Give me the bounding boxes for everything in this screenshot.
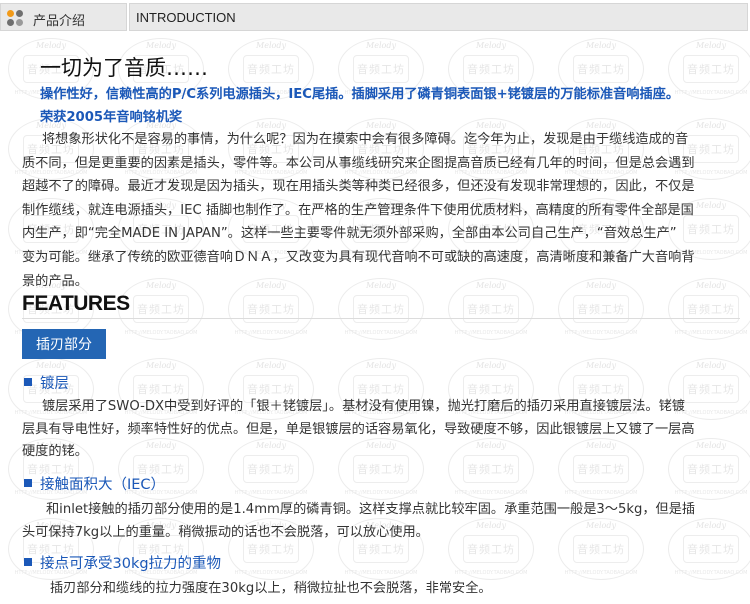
intro-line: 变为可能。继承了传统的欧亚德音响ＤＮＡ，又改变为具有现代音响不可或缺的高速度，高… <box>22 249 695 265</box>
section-paragraph-plating: 镀层采用了SWO-DX中受到好评的「银＋铑镀层」。基材没有使用镍，抛光打磨后的插… <box>22 396 740 464</box>
features-title: FEATURES <box>22 292 130 315</box>
intro-line: 质不同，但是更重要的因素是插头，零件等。本公司从事缆线研究来企图提高音质已经有几… <box>22 155 695 171</box>
square-bullet-icon <box>24 479 32 487</box>
square-bullet-icon <box>24 378 32 386</box>
features-divider <box>22 318 740 319</box>
intro-paragraph: 将想象形状化不是容易的事情，为什么呢？因为在摸索中会有很多障碍。迄今年为止，发现… <box>22 128 740 293</box>
section-paragraph-contact-area: 和inlet接触的插刃部分使用的是1.4mm厚的磷青铜。这样支撑点就比较牢固。承… <box>22 499 740 544</box>
paragraph-line: 头可保持7kg以上的重量。稍微振动的话也不会脱落，可以放心使用。 <box>22 524 429 540</box>
intro-line: 将想象形状化不是容易的事情，为什么呢？因为在摸索中会有很多障碍。迄今年为止，发现… <box>42 132 689 147</box>
paragraph-line: 镀层采用了SWO-DX中受到好评的「银＋铑镀层」。基材没有使用镍，抛光打磨后的插… <box>42 399 685 414</box>
section-header: 产品介绍 INTRODUCTION <box>0 0 750 34</box>
square-bullet-icon <box>24 558 32 566</box>
intro-line: 超越不了的障碍。最近才发现是因为插头，现在用插头类等种类已经很多，但还没有发现非… <box>22 179 695 195</box>
section-heading-plating: 镀层 <box>24 372 69 393</box>
category-badge: 插刃部分 <box>22 329 106 359</box>
product-description: 一切为了音质…… 操作性好，信赖性高的P/C系列电源插头，IEC尾插。插脚采用了… <box>0 0 750 604</box>
section-title: INTRODUCTION <box>136 10 236 25</box>
paragraph-line: 层具有导电性好，频率特性好的优点。但是，单是银镀层的话容易氧化，导致硬度不够，因… <box>22 421 695 437</box>
subtitle-award: 荣获2005年音响铭机奖 <box>40 110 183 125</box>
paragraph-line: 和inlet接触的插刃部分使用的是1.4mm厚的磷青铜。这样支撑点就比较牢固。承… <box>46 502 696 517</box>
section-heading-text: 镀层 <box>40 376 69 392</box>
intro-line: 制作缆线，就连电源插头，IEC 插脚也制作了。在严格的生产管理条件下使用优质材料… <box>22 202 694 218</box>
headline: 一切为了音质…… <box>40 56 208 80</box>
paragraph-line: 插刃部分和缆线的拉力强度在30kg以上，稍微拉扯也不会脱落，非常安全。 <box>50 581 492 596</box>
intro-line: 景的产品。 <box>22 273 88 289</box>
paragraph-line: 硬度的铑。 <box>22 444 88 459</box>
section-heading-pull-strength: 接点可承受30kg拉力的重物 <box>24 552 221 573</box>
section-heading-contact-area: 接触面积大（IEC） <box>24 473 165 494</box>
section-paragraph-pull-strength: 插刃部分和缆线的拉力强度在30kg以上，稍微拉扯也不会脱落，非常安全。 <box>22 578 740 601</box>
section-title-bar: INTRODUCTION <box>129 3 748 31</box>
tab-label: 产品介绍 <box>33 14 86 29</box>
grid-bullets-icon <box>7 8 29 28</box>
product-intro-tab[interactable]: 产品介绍 <box>0 3 127 31</box>
subtitle-line-1: 操作性好，信赖性高的P/C系列电源插头，IEC尾插。插脚采用了磷青铜表面银+铑镀… <box>40 87 680 102</box>
intro-line: 内生产，即“完全MADE IN JAPAN”。这样一些主要零件就无须外部采购，全… <box>22 226 677 242</box>
section-heading-text: 接点可承受30kg拉力的重物 <box>40 556 222 572</box>
section-heading-text: 接触面积大（IEC） <box>40 477 166 493</box>
